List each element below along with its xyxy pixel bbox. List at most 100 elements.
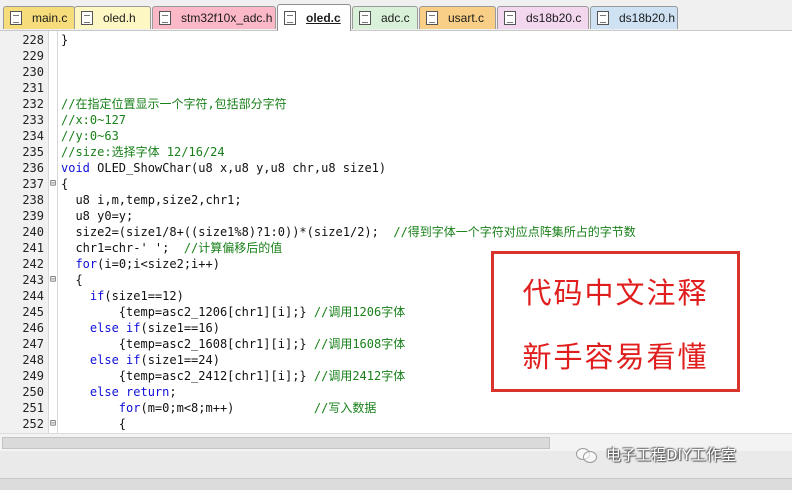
tab-label: ds18b20.c [526, 11, 582, 25]
code-text: } [61, 32, 68, 48]
scrollbar-thumb[interactable] [2, 437, 550, 449]
code-text: { [61, 176, 68, 192]
code-keyword: void [61, 161, 90, 175]
code-comment: //size:选择字体 12/16/24 [61, 145, 225, 159]
code-comment: //写入数据 [313, 401, 377, 415]
code-comment: //调用2412字体 [313, 369, 406, 383]
code-comment: //得到字体一个字符对应点阵集所占的字节数 [393, 225, 636, 239]
fold-toggle-icon[interactable]: ⊟ [48, 416, 58, 432]
tab-stm32f10x-adc-h[interactable]: stm32f10x_adc.h [152, 6, 276, 29]
fold-toggle-icon[interactable]: ⊟ [48, 176, 58, 192]
line-number: 244 [22, 289, 44, 303]
tab-adc-c[interactable]: adc.c [352, 6, 418, 29]
code-text: { [61, 272, 83, 288]
code-line: 233 //x:0~127 [0, 112, 792, 128]
code-text: size2=(size1/8+((size1%8)?1:0))*(size1/2… [61, 224, 636, 240]
code-text: //y:0~63 [61, 128, 119, 144]
code-keyword: else if [89, 321, 141, 335]
file-icon [159, 11, 171, 25]
code-line: 229 [0, 48, 792, 64]
file-icon [81, 11, 93, 25]
tab-label: main.c [32, 11, 68, 25]
code-comment: //调用1206字体 [313, 305, 406, 319]
callout-line-1: 代码中文注释 [522, 276, 709, 310]
code-text: {temp=asc2_1608[chr1][i];} //调用1608字体 [61, 336, 405, 352]
code-token: (m=0;m<8;m++) [140, 401, 314, 415]
code-comment: //x:0~127 [61, 113, 127, 127]
code-line: 230 [0, 64, 792, 80]
line-number: 229 [22, 49, 44, 63]
code-keyword: for [75, 257, 98, 271]
tab-usart-c[interactable]: usart.c [419, 6, 496, 29]
code-keyword: else return [89, 385, 170, 399]
code-line: 234 //y:0~63 [0, 128, 792, 144]
code-text: for(i=0;i<size2;i++) [61, 256, 220, 272]
code-keyword: else if [89, 353, 141, 367]
code-token: u8 i,m,temp,size2,chr1; [61, 193, 242, 207]
line-number: 238 [22, 193, 44, 207]
code-comment: //y:0~63 [61, 129, 119, 143]
code-line: 237 ⊟{ [0, 176, 792, 192]
code-text: chr1=chr-' '; //计算偏移后的值 [61, 240, 282, 256]
tab-ds18b20-h[interactable]: ds18b20.h [590, 6, 678, 29]
code-token: { [61, 177, 69, 191]
code-comment: //计算偏移后的值 [183, 241, 283, 255]
code-text: //在指定位置显示一个字符,包括部分字符 [61, 96, 287, 112]
code-token: (size1==16) [140, 321, 220, 335]
line-number: 239 [22, 209, 44, 223]
tab-label: oled.h [103, 11, 136, 25]
file-icon [10, 11, 22, 25]
line-number: 249 [22, 369, 44, 383]
tab-label: stm32f10x_adc.h [181, 11, 273, 25]
code-text: u8 i,m,temp,size2,chr1; [61, 192, 242, 208]
tab-label: usart.c [448, 11, 485, 25]
code-line: 236 void OLED_ShowChar(u8 x,u8 y,u8 chr,u… [0, 160, 792, 176]
code-text: { [61, 416, 126, 432]
code-token: chr1=chr-' '; [61, 241, 184, 255]
line-number: 245 [22, 305, 44, 319]
tab-oled-h[interactable]: oled.h [74, 6, 151, 29]
code-line: 252 ⊟ { [0, 416, 792, 432]
file-icon [597, 11, 609, 25]
code-token: ; [169, 385, 177, 399]
code-token: {temp=asc2_2412[chr1][i];} [61, 369, 314, 383]
code-text: //size:选择字体 12/16/24 [61, 144, 225, 160]
file-icon [426, 11, 438, 25]
code-keyword: for [118, 401, 141, 415]
tab-label: oled.c [306, 11, 341, 25]
code-text: else if(size1==24) [61, 352, 220, 368]
code-token: OLED_ShowChar(u8 x,u8 y,u8 chr,u8 size1) [89, 161, 387, 175]
line-number: 236 [22, 161, 44, 175]
code-line: 238 u8 i,m,temp,size2,chr1; [0, 192, 792, 208]
line-number: 230 [22, 65, 44, 79]
code-text: {temp=asc2_1206[chr1][i];} //调用1206字体 [61, 304, 405, 320]
tab-ds18b20-c[interactable]: ds18b20.c [497, 6, 589, 29]
code-keyword: if [89, 289, 105, 303]
callout-line-2: 新手容易看懂 [522, 340, 709, 374]
file-icon [359, 11, 371, 25]
fold-toggle-icon[interactable]: ⊟ [48, 272, 58, 288]
code-comment: //调用1608字体 [313, 337, 406, 351]
watermark-text: 电子工程DIY工作室 [606, 445, 737, 464]
tab-main-c[interactable]: main.c [3, 6, 75, 29]
code-text: for(m=0;m<8;m++) //写入数据 [61, 400, 377, 416]
code-token: size2=(size1/8+((size1%8)?1:0))*(size1/2… [61, 225, 394, 239]
code-text: {temp=asc2_2412[chr1][i];} //调用2412字体 [61, 368, 405, 384]
file-icon [504, 11, 516, 25]
code-line: 239 u8 y0=y; [0, 208, 792, 224]
line-number: 228 [22, 33, 44, 47]
tab-oled-c[interactable]: oled.c [277, 4, 351, 31]
file-tab-bar: main.c oled.h stm32f10x_adc.h oled.c adc.c us… [0, 0, 792, 31]
code-line: 251 for(m=0;m<8;m++) //写入数据 [0, 400, 792, 416]
status-line [0, 478, 792, 490]
line-number: 234 [22, 129, 44, 143]
annotation-callout: 代码中文注释 新手容易看懂 [491, 251, 740, 392]
code-token: { [61, 273, 83, 287]
code-text: //x:0~127 [61, 112, 126, 128]
code-line: 228} [0, 32, 792, 48]
